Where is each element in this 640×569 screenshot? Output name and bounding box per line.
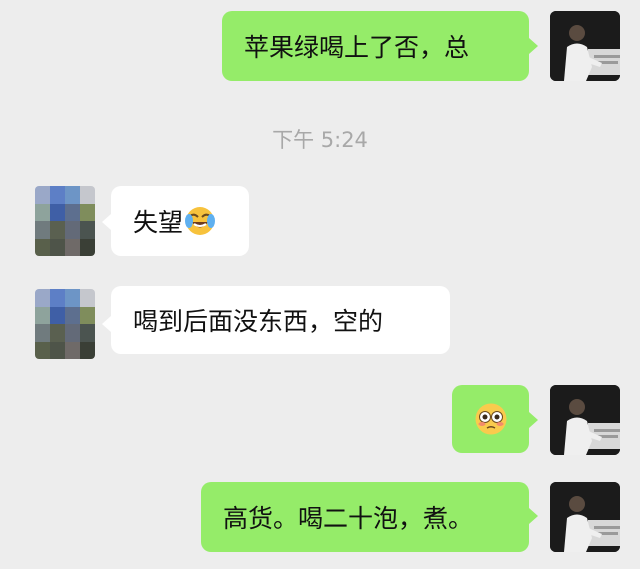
person-photo-icon xyxy=(550,11,620,81)
message-bubble-incoming[interactable]: 失望 xyxy=(111,186,249,256)
message-text: 喝到后面没东西，空的 xyxy=(133,307,384,336)
message-bubble-incoming[interactable]: 喝到后面没东西，空的 xyxy=(111,286,450,354)
flushed-face-emoji-icon xyxy=(474,402,508,436)
bubble-tail xyxy=(529,412,538,428)
my-avatar[interactable] xyxy=(550,482,620,552)
contact-avatar[interactable] xyxy=(35,289,95,359)
bubble-tail xyxy=(529,38,538,54)
crying-laughing-emoji-icon xyxy=(185,206,216,236)
message-text: 失望 xyxy=(133,208,184,237)
person-photo-icon xyxy=(550,385,620,455)
bubble-tail xyxy=(102,214,111,230)
message-text: 高货。喝二十泡，煮。 xyxy=(223,504,474,533)
contact-avatar[interactable] xyxy=(35,186,95,256)
message-bubble-outgoing[interactable]: 高货。喝二十泡，煮。 xyxy=(201,482,529,552)
my-avatar[interactable] xyxy=(550,385,620,455)
timestamp: 下午 5:24 xyxy=(272,128,368,152)
my-avatar[interactable] xyxy=(550,11,620,81)
message-bubble-outgoing[interactable] xyxy=(452,385,529,453)
message-text: 苹果绿喝上了否，总 xyxy=(244,33,470,62)
bubble-tail xyxy=(102,316,111,332)
person-photo-icon xyxy=(550,482,620,552)
message-bubble-outgoing[interactable]: 苹果绿喝上了否，总 xyxy=(222,11,529,81)
bubble-tail xyxy=(529,508,538,524)
